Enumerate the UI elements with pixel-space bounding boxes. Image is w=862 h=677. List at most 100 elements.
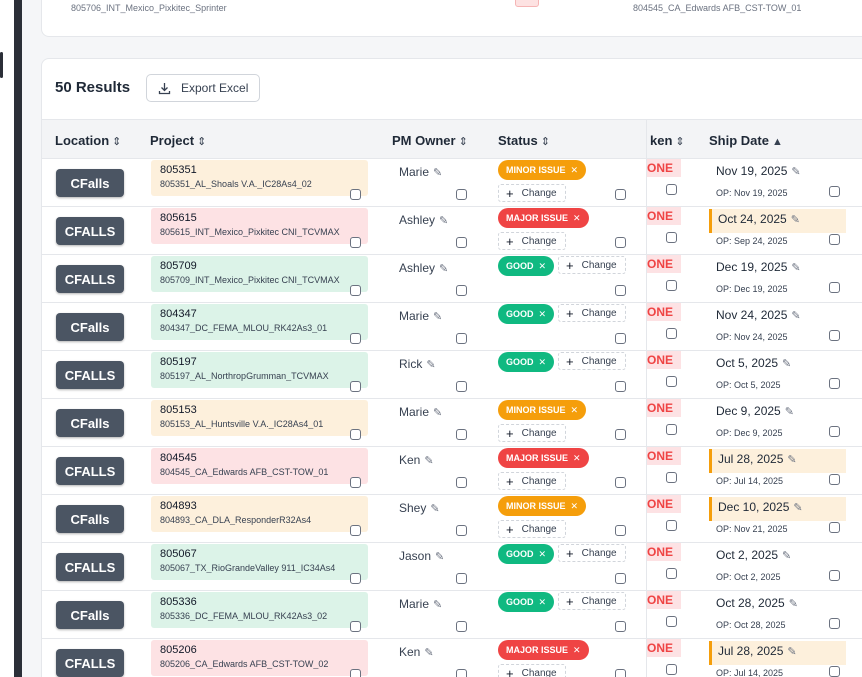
pencil-icon[interactable]: ✎ xyxy=(424,647,433,659)
location-button[interactable]: CFALLS xyxy=(56,553,124,581)
ship-date[interactable]: Nov 19, 2025 ✎ xyxy=(709,161,846,185)
pencil-icon[interactable]: ✎ xyxy=(433,167,442,179)
checkbox-icon[interactable] xyxy=(829,186,840,197)
checkbox-icon[interactable] xyxy=(666,184,677,195)
ship-date[interactable]: Jul 28, 2025 ✎ xyxy=(709,449,846,473)
status-change-button[interactable]: + Change xyxy=(498,184,566,202)
checkbox-icon[interactable] xyxy=(350,381,361,392)
checkbox-icon[interactable] xyxy=(829,330,840,341)
table-row[interactable]: CFALLS 805615 805615_INT_Mexico_Pixkitec… xyxy=(42,207,862,255)
checkbox-icon[interactable] xyxy=(829,570,840,581)
location-button[interactable]: CFALLS xyxy=(56,457,124,485)
checkbox-icon[interactable] xyxy=(666,424,677,435)
checkbox-icon[interactable] xyxy=(615,237,626,248)
location-button[interactable]: CFalls xyxy=(56,313,124,341)
status-change-button[interactable]: + Change xyxy=(498,232,566,250)
location-button[interactable]: CFALLS xyxy=(56,265,124,293)
checkbox-icon[interactable] xyxy=(350,621,361,632)
col-pm-owner[interactable]: PM Owner ⇕ xyxy=(392,133,468,148)
pencil-icon[interactable]: ✎ xyxy=(791,166,800,178)
table-row[interactable]: CFalls 805153 805153_AL_Huntsville V.A._… xyxy=(42,399,862,447)
checkbox-icon[interactable] xyxy=(350,237,361,248)
col-location[interactable]: Location ⇕ xyxy=(55,133,121,148)
table-row[interactable]: CFalls 805336 805336_DC_FEMA_MLOU_RK42As… xyxy=(42,591,862,639)
ship-date[interactable]: Oct 5, 2025 ✎ xyxy=(709,353,846,377)
table-row[interactable]: CFALLS 805197 805197_AL_NorthropGrumman_… xyxy=(42,351,862,399)
pencil-icon[interactable]: ✎ xyxy=(791,262,800,274)
checkbox-icon[interactable] xyxy=(615,525,626,536)
status-change-button[interactable]: + Change xyxy=(558,256,626,274)
project-cell[interactable]: 805197 805197_AL_NorthropGrumman_TCVMAX xyxy=(151,352,368,388)
pencil-icon[interactable]: ✎ xyxy=(782,550,791,562)
checkbox-icon[interactable] xyxy=(666,280,677,291)
ship-date[interactable]: Dec 10, 2025 ✎ xyxy=(709,497,846,521)
sidebar-tab-marker[interactable] xyxy=(0,52,3,78)
pencil-icon[interactable]: ✎ xyxy=(782,358,791,370)
status-badge[interactable]: MINOR ISSUE ✕ xyxy=(498,400,587,420)
table-row[interactable]: CFALLS 804545 804545_CA_Edwards AFB_CST-… xyxy=(42,447,862,495)
pencil-icon[interactable]: ✎ xyxy=(424,455,433,467)
table-row[interactable]: CFalls 804893 804893_CA_DLA_ResponderR32… xyxy=(42,495,862,543)
project-cell[interactable]: 805067 805067_TX_RioGrandeValley 911_IC3… xyxy=(151,544,368,580)
ship-date[interactable]: Oct 24, 2025 ✎ xyxy=(709,209,846,233)
checkbox-icon[interactable] xyxy=(456,525,467,536)
table-row[interactable]: CFalls 804347 804347_DC_FEMA_MLOU_RK42As… xyxy=(42,303,862,351)
checkbox-icon[interactable] xyxy=(456,333,467,344)
project-cell[interactable]: 805351 805351_AL_Shoals V.A._IC28As4_02 xyxy=(151,160,368,196)
status-badge[interactable]: MINOR ISSUE ✕ xyxy=(498,496,587,516)
location-button[interactable]: CFalls xyxy=(56,601,124,629)
checkbox-icon[interactable] xyxy=(615,189,626,200)
checkbox-icon[interactable] xyxy=(615,429,626,440)
checkbox-icon[interactable] xyxy=(829,282,840,293)
col-ship-date[interactable]: Ship Date ▲ xyxy=(709,133,783,148)
status-change-button[interactable]: + Change xyxy=(498,520,566,538)
pencil-icon[interactable]: ✎ xyxy=(433,407,442,419)
pencil-icon[interactable]: ✎ xyxy=(789,598,798,610)
pencil-icon[interactable]: ✎ xyxy=(791,310,800,322)
location-button[interactable]: CFalls xyxy=(56,169,124,197)
status-badge[interactable]: MAJOR ISSUE ✕ xyxy=(498,208,589,228)
close-icon[interactable]: ✕ xyxy=(539,357,547,368)
checkbox-icon[interactable] xyxy=(666,232,677,243)
col-taken[interactable]: ken ⇕ xyxy=(650,133,685,148)
pencil-icon[interactable]: ✎ xyxy=(787,454,796,466)
status-change-button[interactable]: + Change xyxy=(498,472,566,490)
project-cell[interactable]: 805153 805153_AL_Huntsville V.A._IC28As4… xyxy=(151,400,368,436)
status-badge[interactable]: MINOR ISSUE ✕ xyxy=(498,160,587,180)
checkbox-icon[interactable] xyxy=(666,568,677,579)
close-icon[interactable]: ✕ xyxy=(573,645,581,656)
status-change-button[interactable]: + Change xyxy=(558,304,626,322)
checkbox-icon[interactable] xyxy=(829,474,840,485)
checkbox-icon[interactable] xyxy=(456,573,467,584)
pencil-icon[interactable]: ✎ xyxy=(793,502,802,514)
pencil-icon[interactable]: ✎ xyxy=(426,359,435,371)
checkbox-icon[interactable] xyxy=(350,525,361,536)
close-icon[interactable]: ✕ xyxy=(571,405,579,416)
checkbox-icon[interactable] xyxy=(666,616,677,627)
ship-date[interactable]: Nov 24, 2025 ✎ xyxy=(709,305,846,329)
checkbox-icon[interactable] xyxy=(456,621,467,632)
checkbox-icon[interactable] xyxy=(350,669,361,677)
checkbox-icon[interactable] xyxy=(350,189,361,200)
checkbox-icon[interactable] xyxy=(666,664,677,675)
checkbox-icon[interactable] xyxy=(829,666,840,677)
checkbox-icon[interactable] xyxy=(829,378,840,389)
checkbox-icon[interactable] xyxy=(456,285,467,296)
location-button[interactable]: CFALLS xyxy=(56,361,124,389)
checkbox-icon[interactable] xyxy=(350,429,361,440)
close-icon[interactable]: ✕ xyxy=(571,165,579,176)
status-change-button[interactable]: + Change xyxy=(498,424,566,442)
checkbox-icon[interactable] xyxy=(456,381,467,392)
table-row[interactable]: CFALLS 805709 805709_INT_Mexico_Pixkitec… xyxy=(42,255,862,303)
project-cell[interactable]: 805709 805709_INT_Mexico_Pixkitec CNI_TC… xyxy=(151,256,368,292)
table-row[interactable]: CFALLS 805067 805067_TX_RioGrandeValley … xyxy=(42,543,862,591)
project-cell[interactable]: 804545 804545_CA_Edwards AFB_CST-TOW_01 xyxy=(151,448,368,484)
checkbox-icon[interactable] xyxy=(615,381,626,392)
ship-date[interactable]: Jul 28, 2025 ✎ xyxy=(709,641,846,665)
ship-date[interactable]: Oct 28, 2025 ✎ xyxy=(709,593,846,617)
pencil-icon[interactable]: ✎ xyxy=(439,215,448,227)
checkbox-icon[interactable] xyxy=(666,328,677,339)
close-icon[interactable]: ✕ xyxy=(539,261,547,272)
checkbox-icon[interactable] xyxy=(456,189,467,200)
col-status[interactable]: Status ⇕ xyxy=(498,133,550,148)
